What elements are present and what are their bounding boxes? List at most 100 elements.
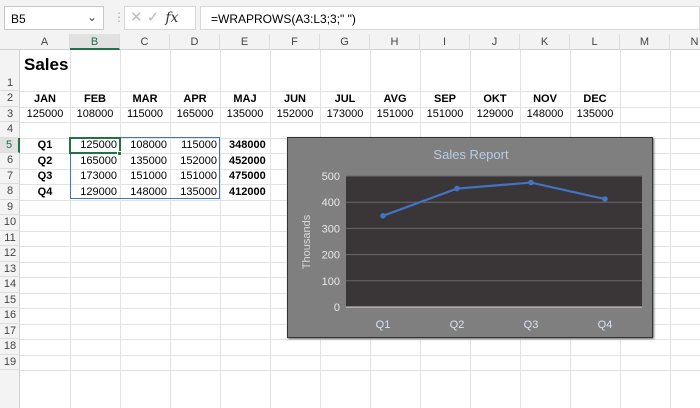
month-header-cell[interactable]: AVG — [370, 92, 420, 107]
row-header-1[interactable]: 1 — [0, 50, 20, 91]
formula-input[interactable]: =WRAPROWS(A3:L3;3;" ") — [200, 6, 700, 30]
quarter-label-cell[interactable]: Q4 — [20, 185, 70, 200]
month-header-cell[interactable]: JUL — [320, 92, 370, 107]
column-header-F[interactable]: F — [270, 34, 320, 50]
month-header-cell[interactable]: DEC — [570, 92, 620, 107]
column-header-B[interactable]: B — [70, 34, 120, 50]
column-header-D[interactable]: D — [170, 34, 220, 50]
month-header-cell[interactable]: NOV — [520, 92, 570, 107]
column-header-K[interactable]: K — [520, 34, 570, 50]
row-header-4[interactable]: 4 — [0, 122, 20, 138]
sheet-title-cell[interactable]: Sales — [24, 55, 68, 75]
row-header-3[interactable]: 3 — [0, 107, 20, 122]
formula-buttons: ✕ ✓ fx — [124, 6, 196, 30]
line-chart[interactable]: 0 100 200 300 400 500 Q1 Q2 Q3 Q4 Sales Report Thou… — [287, 137, 653, 338]
chart-title: Sales Report — [433, 147, 509, 162]
month-value-cell[interactable]: 165000 — [170, 107, 220, 122]
chevron-down-icon[interactable]: ⌄ — [87, 10, 97, 24]
column-header-G[interactable]: G — [320, 34, 370, 50]
fill-handle[interactable] — [117, 151, 122, 156]
row-header-7[interactable]: 7 — [0, 169, 20, 184]
month-value-cell[interactable]: 151000 — [370, 107, 420, 122]
y-axis-title: Thousands — [301, 214, 313, 269]
month-header-cell[interactable]: JAN — [20, 92, 70, 107]
month-value-cell[interactable]: 125000 — [20, 107, 70, 122]
row-header-10[interactable]: 10 — [0, 215, 20, 231]
x-tick-label: Q2 — [450, 319, 465, 331]
row-header-15[interactable]: 15 — [0, 293, 20, 308]
active-cell[interactable] — [69, 137, 121, 154]
month-value-cell[interactable]: 151000 — [420, 107, 470, 122]
gridline — [20, 339, 700, 340]
quarter-label-cell[interactable]: Q2 — [20, 154, 70, 169]
quarter-total-cell[interactable]: 475000 — [220, 169, 270, 184]
row-header-16[interactable]: 16 — [0, 308, 20, 324]
plot-area — [346, 176, 642, 307]
row-header-11[interactable]: 11 — [0, 231, 20, 246]
data-point — [454, 185, 460, 192]
month-header-cell[interactable]: MAJ — [220, 92, 270, 107]
month-value-cell[interactable]: 129000 — [470, 107, 520, 122]
month-header-cell[interactable]: FEB — [70, 92, 120, 107]
name-box[interactable]: B5 ⌄ — [4, 6, 104, 30]
month-header-cell[interactable]: MAR — [120, 92, 170, 107]
insert-function-icon[interactable]: fx — [165, 10, 178, 26]
x-tick-label: Q4 — [598, 319, 613, 331]
column-header-I[interactable]: I — [420, 34, 470, 50]
cancel-icon[interactable]: ✕ — [130, 9, 143, 26]
column-headers: ABCDEFGHIJKLMN — [0, 34, 700, 50]
month-header-cell[interactable]: JUN — [270, 92, 320, 107]
row-headers: 1 2 3 4 5 6 7 8 9 10 11 12 13 14 15 16 17 18 19 — [0, 50, 20, 408]
month-header-cell[interactable]: OKT — [470, 92, 520, 107]
gridline — [20, 354, 700, 356]
row-header-5[interactable]: 5 — [0, 137, 20, 153]
data-point — [528, 179, 534, 186]
month-value-cell[interactable]: 148000 — [520, 107, 570, 122]
quarter-total-cell[interactable]: 412000 — [220, 185, 270, 200]
gridline — [670, 50, 671, 408]
quarter-total-cell[interactable]: 348000 — [220, 138, 270, 153]
month-header-cell[interactable]: SEP — [420, 92, 470, 107]
row-header-14[interactable]: 14 — [0, 277, 20, 293]
x-tick-label: Q1 — [376, 319, 391, 331]
month-header-cell[interactable]: APR — [170, 92, 220, 107]
column-header-N[interactable]: N — [670, 34, 700, 50]
gridline — [20, 122, 700, 123]
data-point — [380, 213, 386, 219]
month-value-cell[interactable]: 135000 — [570, 107, 620, 122]
y-tick-label: 400 — [322, 197, 340, 209]
row-header-9[interactable]: 9 — [0, 200, 20, 215]
formula-toolbar: B5 ⌄ ⋮ ✕ ✓ fx =WRAPROWS(A3:L3;3;" ") — [0, 0, 700, 34]
column-header-J[interactable]: J — [470, 34, 520, 50]
y-tick-label: 500 — [322, 171, 340, 183]
column-header-A[interactable]: A — [20, 34, 70, 50]
gridline — [20, 370, 700, 371]
name-box-value: B5 — [11, 12, 26, 26]
row-header-18[interactable]: 18 — [0, 339, 20, 355]
row-header-17[interactable]: 17 — [0, 324, 20, 339]
month-value-cell[interactable]: 173000 — [320, 107, 370, 122]
column-header-E[interactable]: E — [220, 34, 270, 50]
month-value-cell[interactable]: 152000 — [270, 107, 320, 122]
y-tick-label: 300 — [322, 223, 340, 235]
quarter-label-cell[interactable]: Q1 — [20, 138, 70, 153]
row-header-12[interactable]: 12 — [0, 246, 20, 262]
y-tick-label: 0 — [334, 302, 340, 314]
month-value-cell[interactable]: 115000 — [120, 107, 170, 122]
row-header-6[interactable]: 6 — [0, 153, 20, 169]
column-header-L[interactable]: L — [570, 34, 620, 50]
quarter-label-cell[interactable]: Q3 — [20, 169, 70, 184]
row-header-2[interactable]: 2 — [0, 91, 20, 107]
row-header-19[interactable]: 19 — [0, 355, 20, 370]
month-value-cell[interactable]: 108000 — [70, 107, 120, 122]
column-header-M[interactable]: M — [620, 34, 670, 50]
confirm-icon[interactable]: ✓ — [147, 9, 160, 26]
column-header-C[interactable]: C — [120, 34, 170, 50]
month-value-cell[interactable]: 135000 — [220, 107, 270, 122]
row-header-8[interactable]: 8 — [0, 184, 20, 200]
column-header-H[interactable]: H — [370, 34, 420, 50]
x-tick-label: Q3 — [524, 319, 539, 331]
quarter-total-cell[interactable]: 452000 — [220, 154, 270, 169]
chart-svg: 0 100 200 300 400 500 Q1 Q2 Q3 Q4 Sales Report Thou… — [301, 147, 642, 331]
row-header-13[interactable]: 13 — [0, 262, 20, 277]
